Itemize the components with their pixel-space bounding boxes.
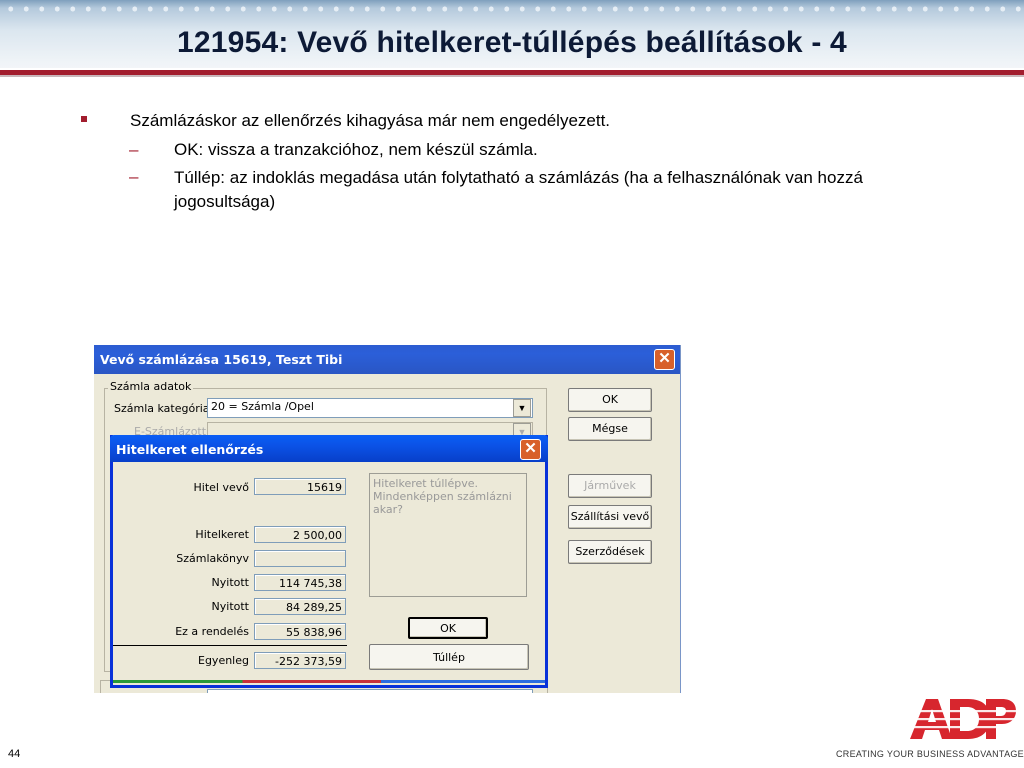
header-divider-shadow bbox=[0, 75, 1024, 77]
chevron-down-icon[interactable]: ▼ bbox=[513, 399, 531, 417]
category-label: Számla kategória bbox=[114, 402, 210, 415]
category-select[interactable]: 20 = Számla /Opel ▼ bbox=[207, 398, 533, 418]
app-window-screenshot: Vevő számlázása 15619, Teszt Tibi ✕ Szám… bbox=[94, 345, 681, 693]
sub-bullet-tullep: Túllép: az indoklás megadása után folyta… bbox=[174, 168, 863, 211]
field-label: Hitel vevő bbox=[193, 481, 249, 494]
invoice-book-field bbox=[254, 550, 346, 567]
category-value: 20 = Számla /Opel bbox=[211, 400, 314, 413]
this-order-field: 55 838,96 bbox=[254, 623, 346, 640]
adp-logo bbox=[910, 699, 1018, 739]
credit-customer-field: 15619 bbox=[254, 478, 346, 495]
slide-title: 121954: Vevő hitelkeret-túllépés beállít… bbox=[177, 26, 847, 59]
header-dot-pattern bbox=[0, 2, 1024, 16]
tagline: CREATING YOUR BUSINESS ADVANTAGE bbox=[836, 749, 1024, 759]
page-number: 44 bbox=[8, 748, 21, 760]
field-label: Egyenleg bbox=[198, 654, 249, 667]
window-title: Vevő számlázása 15619, Teszt Tibi bbox=[100, 352, 343, 367]
open-amount-field: 114 745,38 bbox=[254, 574, 346, 591]
cancel-button[interactable]: Mégse bbox=[568, 417, 652, 441]
window-titlebar: Vevő számlázása 15619, Teszt Tibi ✕ bbox=[94, 345, 680, 374]
bullet-main: Számlázáskor az ellenőrzés kihagyása már… bbox=[130, 111, 611, 130]
dash-icon: – bbox=[129, 167, 139, 186]
bullet-square-icon bbox=[81, 116, 87, 122]
field-label: Ez a rendelés bbox=[175, 625, 249, 638]
field-label: Nyitott bbox=[211, 600, 249, 613]
warning-message: Hitelkeret túllépve. Mindenképpen számlá… bbox=[369, 473, 527, 597]
sub-bullet-ok: OK: vissza a tranzakcióhoz, nem készül s… bbox=[174, 140, 538, 159]
contracts-button[interactable]: Szerződések bbox=[568, 540, 652, 564]
open-amount-field: 84 289,25 bbox=[254, 598, 346, 615]
close-icon[interactable]: ✕ bbox=[654, 349, 675, 370]
shipping-customer-button[interactable]: Szállítási vevő bbox=[568, 505, 652, 529]
field-label: Számlakönyv bbox=[176, 552, 249, 565]
taskbar-strip bbox=[113, 680, 545, 683]
separator bbox=[113, 645, 347, 646]
field-label: Hitelkeret bbox=[195, 528, 249, 541]
credit-limit-field: 2 500,00 bbox=[254, 526, 346, 543]
lower-select[interactable] bbox=[207, 689, 533, 693]
close-icon[interactable]: ✕ bbox=[520, 439, 541, 460]
balance-field: -252 373,59 bbox=[254, 652, 346, 669]
dash-icon: – bbox=[129, 140, 139, 159]
dialog-title: Hitelkeret ellenőrzés bbox=[116, 442, 264, 457]
dialog-ok-button[interactable]: OK bbox=[408, 617, 488, 639]
vehicles-button[interactable]: Járművek bbox=[568, 474, 652, 498]
credit-check-dialog: Hitelkeret ellenőrzés ✕ Hitel vevő 15619… bbox=[110, 435, 548, 688]
exceed-button[interactable]: Túllép bbox=[369, 644, 529, 670]
field-label: Nyitott bbox=[211, 576, 249, 589]
dialog-titlebar: Hitelkeret ellenőrzés ✕ bbox=[110, 435, 548, 462]
ok-button[interactable]: OK bbox=[568, 388, 652, 412]
group-label: Számla adatok bbox=[108, 380, 194, 393]
